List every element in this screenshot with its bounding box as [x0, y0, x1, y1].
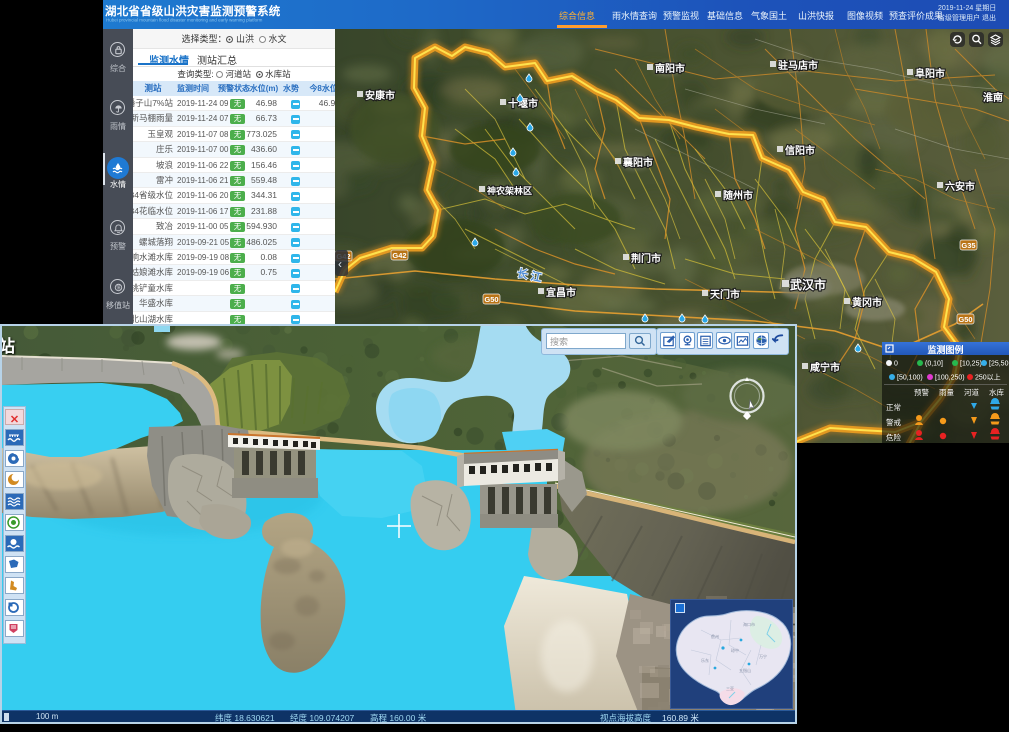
- svg-text:南阳市: 南阳市: [655, 62, 685, 75]
- svg-text:[100,250): [100,250): [935, 375, 965, 382]
- svg-text:淮南: 淮南: [983, 91, 1003, 104]
- svg-text:G50: G50: [484, 295, 498, 304]
- svg-text:襄阳市: 襄阳市: [622, 156, 653, 169]
- svg-text:六安市: 六安市: [945, 180, 975, 193]
- svg-text:水库: 水库: [989, 387, 1004, 397]
- svg-text:咸宁市: 咸宁市: [810, 361, 840, 374]
- svg-text:信阳市: 信阳市: [785, 144, 815, 157]
- svg-text:雨量: 雨量: [939, 388, 954, 397]
- svg-text:危险: 危险: [886, 432, 901, 442]
- svg-text:随州市: 随州市: [723, 189, 753, 202]
- svg-text:河道: 河道: [964, 387, 979, 397]
- svg-text:荆门市: 荆门市: [631, 252, 661, 265]
- svg-text:宜昌市: 宜昌市: [546, 286, 576, 299]
- svg-text:琼中: 琼中: [731, 647, 739, 653]
- svg-text:正常: 正常: [886, 403, 901, 412]
- svg-text:(0,10]: (0,10]: [925, 361, 943, 368]
- svg-text:武汉市: 武汉市: [790, 277, 826, 292]
- svg-text:万宁: 万宁: [759, 653, 767, 659]
- svg-text:[25,50: [25,50: [989, 361, 1009, 368]
- svg-text:黄冈市: 黄冈市: [852, 296, 882, 309]
- svg-text:安康市: 安康市: [365, 89, 395, 102]
- svg-text:[50,100): [50,100): [897, 375, 923, 382]
- svg-text:五指山: 五指山: [739, 667, 751, 673]
- svg-text:海口市: 海口市: [743, 621, 755, 627]
- svg-text:G35: G35: [961, 241, 975, 250]
- svg-text:预警: 预警: [914, 387, 929, 397]
- svg-text:G50: G50: [958, 315, 972, 324]
- svg-text:警戒: 警戒: [886, 417, 901, 427]
- svg-text:阜阳市: 阜阳市: [915, 67, 945, 80]
- svg-text:天门市: 天门市: [710, 288, 740, 301]
- svg-text:儋州: 儋州: [711, 633, 719, 639]
- svg-text:G42: G42: [392, 251, 406, 260]
- svg-text:三亚: 三亚: [726, 686, 734, 691]
- svg-text:驻马店市: 驻马店市: [778, 59, 818, 72]
- svg-text:值: 值: [116, 284, 121, 291]
- svg-text:[10,25): [10,25): [960, 361, 982, 368]
- svg-text:0: 0: [894, 361, 898, 368]
- svg-text:‹: ‹: [338, 257, 342, 271]
- svg-text:乐东: 乐东: [701, 657, 709, 663]
- svg-text:250以上: 250以上: [975, 373, 1001, 382]
- svg-text:神农架林区: 神农架林区: [487, 185, 532, 196]
